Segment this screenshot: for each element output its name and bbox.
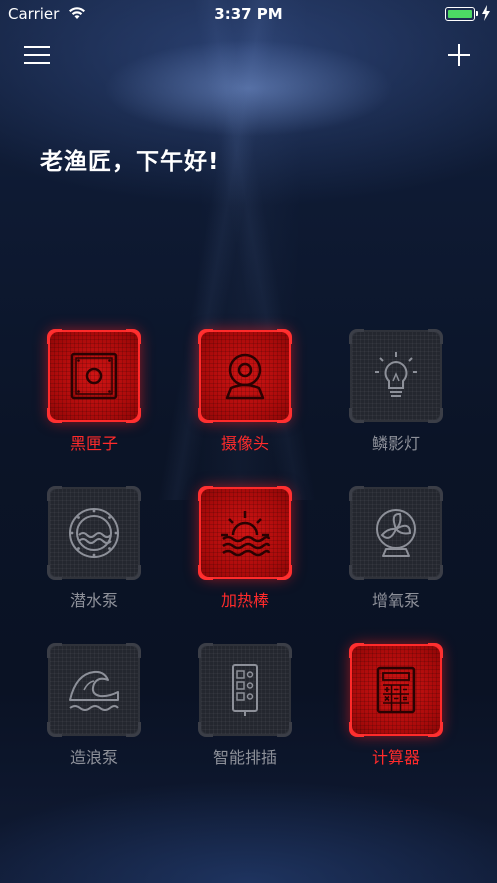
submersible-pump-icon [69,508,119,558]
fan-icon [376,509,416,557]
device-tile-power-strip[interactable]: 智能排插 [197,643,293,774]
device-tile-box [47,329,141,423]
device-label: 鳞影灯 [371,434,420,453]
device-label: 加热棒 [220,591,269,610]
wave-icon [69,670,119,711]
device-tile-air-pump[interactable]: 增氧泵 [348,486,444,617]
calculator-icon [376,666,416,714]
device-tile-black-box[interactable]: 黑匣子 [46,329,142,460]
charging-bolt-icon [481,5,491,25]
hamburger-menu-icon [24,46,50,48]
greeting-text: 老渔匠，下午好! [40,149,220,175]
device-tile-box [198,486,292,580]
menu-button[interactable] [24,44,52,68]
device-tile-box [47,643,141,737]
black-box-icon [70,352,118,400]
device-tile-box [349,486,443,580]
device-tile-heater[interactable]: 加热棒 [197,486,293,617]
battery-icon [445,7,478,21]
device-label: 计算器 [371,748,420,767]
device-label: 潜水泵 [69,591,118,610]
power-strip-icon [232,664,258,716]
device-label: 摄像头 [220,434,269,453]
device-label: 增氧泵 [371,591,420,610]
device-label: 造浪泵 [69,748,118,767]
device-tile-box [198,643,292,737]
device-tile-box [198,329,292,423]
device-tile-wave-pump[interactable]: 造浪泵 [46,643,142,774]
device-tile-box [349,329,443,423]
device-tile-camera[interactable]: 摄像头 [197,329,293,460]
device-tile-submersible-pump[interactable]: 潜水泵 [46,486,142,617]
device-tile-light[interactable]: 鳞影灯 [348,329,444,460]
status-bar: Carrier 3:37 PM [0,0,497,28]
status-time: 3:37 PM [214,5,283,23]
heater-sun-icon [221,511,271,557]
device-tile-calculator[interactable]: 计算器 [348,643,444,774]
device-tile-box [349,643,443,737]
device-label: 智能排插 [212,748,277,767]
camera-icon [225,353,265,400]
device-label: 黑匣子 [69,434,118,453]
nav-bar [0,36,497,76]
hamburger-line [24,54,50,56]
light-bulb-icon [375,352,417,397]
device-tile-box [47,486,141,580]
hamburger-line [24,62,50,64]
add-button[interactable] [447,43,471,67]
